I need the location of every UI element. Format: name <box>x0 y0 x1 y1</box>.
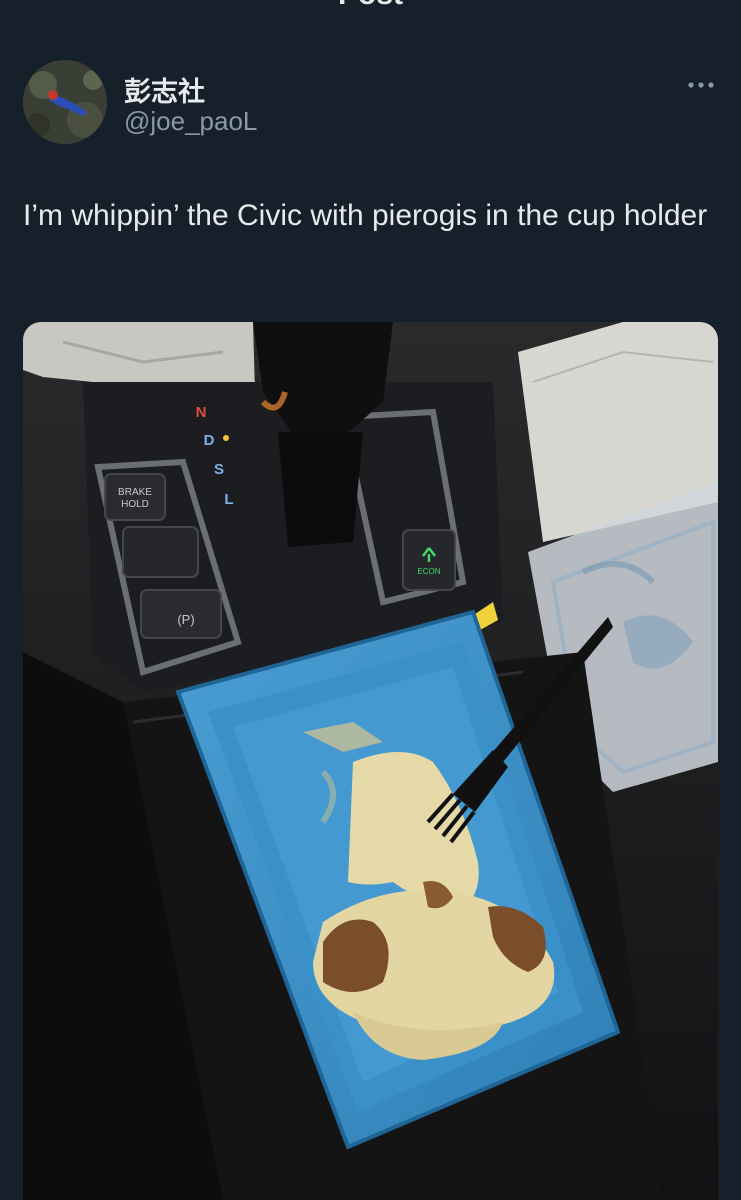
tweet-media-photo[interactable]: BRAKE HOLD (P) N D S L ECON <box>23 322 718 1200</box>
avatar-photo-icon <box>23 60 107 144</box>
page-title: Post <box>0 0 741 12</box>
avatar[interactable] <box>23 60 107 144</box>
car-console-photo: BRAKE HOLD (P) N D S L ECON <box>23 322 718 1200</box>
svg-text:D: D <box>204 432 215 449</box>
svg-text:S: S <box>214 461 224 478</box>
svg-text:N: N <box>196 404 207 421</box>
tweet-text: I’m whippin’ the Civic with pierogis in … <box>23 199 708 232</box>
svg-text:(P): (P) <box>177 612 194 627</box>
svg-text:L: L <box>224 491 233 508</box>
top-bar: Post <box>0 0 741 14</box>
svg-text:HOLD: HOLD <box>121 499 149 510</box>
svg-text:BRAKE: BRAKE <box>118 487 152 498</box>
author-display-name[interactable]: 彭志社 <box>124 70 205 109</box>
more-options-icon[interactable] <box>684 76 718 94</box>
svg-text:ECON: ECON <box>417 567 440 576</box>
author-handle[interactable]: @joe_paoL <box>124 106 257 137</box>
